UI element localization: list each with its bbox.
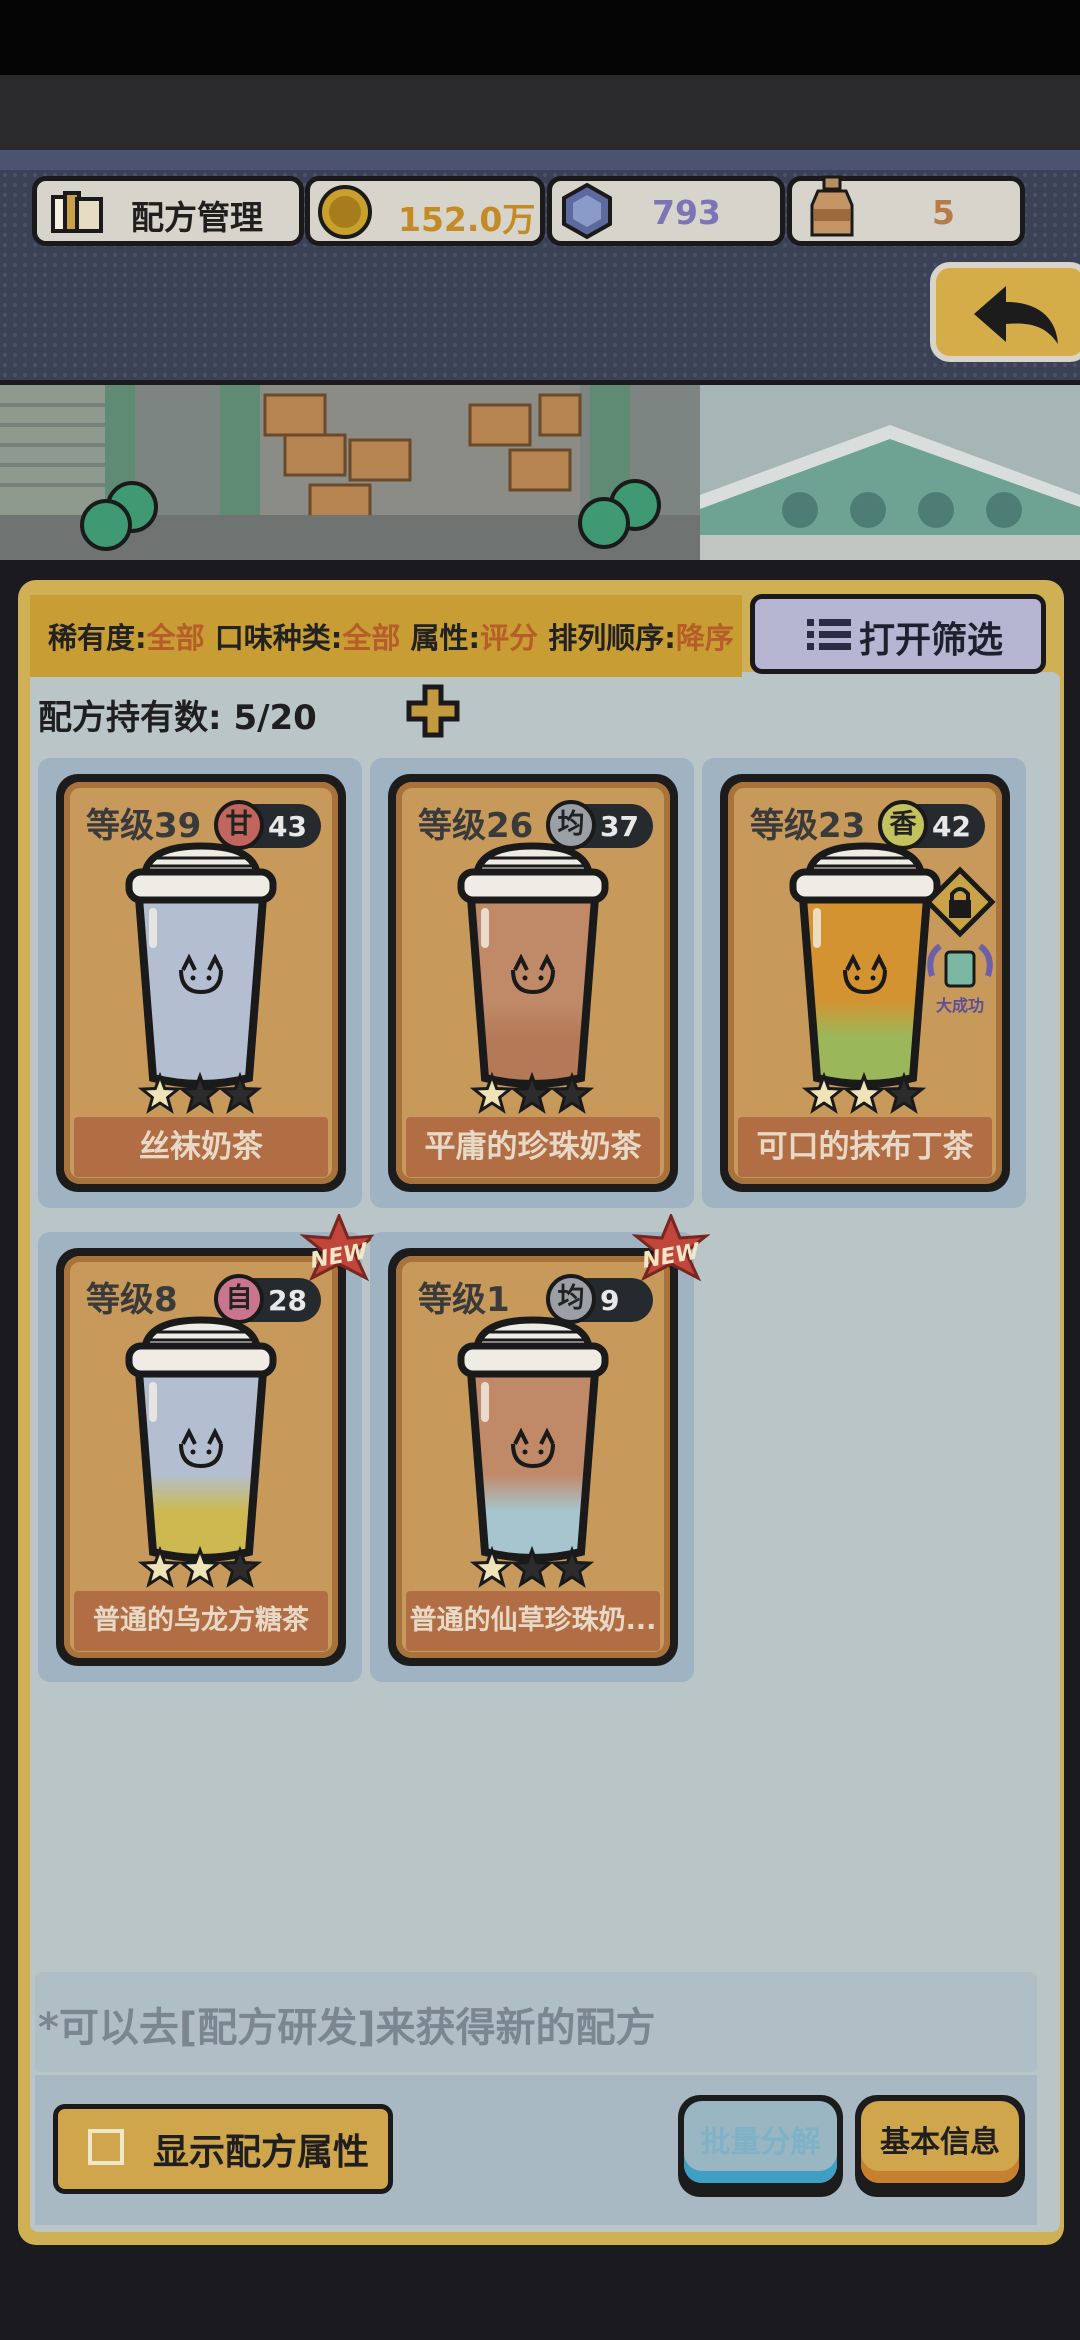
star-rating	[138, 1072, 263, 1114]
star-icon	[841, 1072, 887, 1114]
recipe-name: 丝袜奶茶	[74, 1117, 328, 1177]
recipe-card[interactable]: 等级26 均 37 平庸的珍珠奶茶	[388, 774, 678, 1192]
status-bar	[0, 0, 1080, 75]
batch-decompose-button[interactable]: 批量分解	[678, 2095, 843, 2197]
star-icon	[470, 1546, 515, 1588]
coin-value: 152.0万	[398, 200, 536, 239]
star-rating	[470, 1546, 595, 1588]
recipe-card[interactable]: 等级23 香 42 可口的抹布丁茶 大成功	[720, 774, 1010, 1192]
shop-street-scene	[0, 385, 1080, 560]
top-spacer	[0, 75, 1080, 150]
flavor-badge: 香	[878, 800, 928, 850]
order-value: 降序	[675, 621, 734, 655]
milk-tea-cup-icon	[125, 842, 277, 1088]
card-level: 等级26	[418, 806, 534, 846]
attr-value: 评分	[480, 621, 539, 655]
recipe-name: 可口的抹布丁茶	[738, 1117, 992, 1177]
bottle-value: 5	[932, 193, 955, 232]
owned-value: 5/20	[233, 698, 317, 738]
add-recipe-plus-icon[interactable]	[405, 683, 461, 741]
batch-decompose-label: 批量分解	[700, 2125, 821, 2160]
score-value: 42	[932, 810, 971, 843]
recipe-name: 平庸的珍珠奶茶	[406, 1117, 660, 1177]
score-value: 28	[268, 1284, 307, 1317]
basic-info-button[interactable]: 基本信息	[855, 2095, 1025, 2197]
header-stripe	[0, 150, 1080, 170]
star-icon	[549, 1072, 595, 1114]
rarity-label: 稀有度:	[48, 621, 147, 655]
system-nav-bar	[0, 2270, 1080, 2340]
star-rating	[802, 1072, 927, 1114]
recipe-manage-tab[interactable]: 配方管理	[32, 176, 304, 246]
star-icon	[470, 1072, 515, 1114]
star-icon	[881, 1072, 927, 1114]
milk-tea-cup-icon	[457, 1316, 609, 1562]
show-attributes-toggle[interactable]: 显示配方属性	[53, 2104, 393, 2194]
milk-tea-cup-icon	[125, 1316, 277, 1562]
star-icon	[217, 1546, 263, 1588]
rarity-value: 全部	[146, 621, 205, 655]
star-icon	[138, 1546, 183, 1588]
gem-icon	[562, 182, 612, 240]
open-filter-label: 打开筛选	[859, 620, 1004, 661]
card-level: 等级39	[86, 806, 202, 846]
basic-info-label: 基本信息	[880, 2125, 1000, 2160]
hint-text: *可以去[配方研发]来获得新的配方	[38, 2005, 656, 2051]
flavor-value: 全部	[342, 621, 401, 655]
back-arrow-icon	[974, 286, 1058, 344]
score-value: 9	[600, 1284, 620, 1317]
recipe-card[interactable]: 等级8 自 28 普通的乌龙方糖茶	[56, 1248, 346, 1666]
coin-counter[interactable]: 152.0万	[305, 176, 545, 246]
coin-icon	[318, 185, 372, 239]
folder-icon	[51, 191, 103, 233]
open-filter-button[interactable]: 打开筛选	[750, 594, 1046, 674]
lock-caption: 大成功	[935, 996, 984, 1015]
milk-tea-cup-icon	[457, 842, 609, 1088]
flavor-label: 口味种类:	[214, 621, 343, 655]
star-icon	[138, 1072, 183, 1114]
star-icon	[802, 1072, 847, 1114]
owned-label: 配方持有数:	[38, 698, 222, 738]
gem-counter[interactable]: 793	[547, 176, 785, 246]
star-icon	[509, 1072, 555, 1114]
order-label: 排列顺序:	[548, 621, 676, 655]
list-icon	[807, 619, 851, 650]
bottle-counter[interactable]: 5	[787, 175, 1025, 246]
checkbox[interactable]	[88, 2129, 124, 2165]
star-icon	[217, 1072, 263, 1114]
star-icon	[509, 1546, 555, 1588]
show-attributes-label: 显示配方属性	[153, 2132, 370, 2173]
recipe-card[interactable]: 等级1 均 9 普通的仙草珍珠奶...	[388, 1248, 678, 1666]
flavor-badge: 均	[546, 800, 596, 850]
card-level: 等级23	[750, 806, 866, 846]
recipe-card[interactable]: 等级39 甘 43 丝袜奶茶	[56, 774, 346, 1192]
flavor-badge: 均	[546, 1274, 596, 1324]
star-rating	[470, 1072, 595, 1114]
gem-value: 793	[652, 193, 721, 232]
recipe-name: 普通的乌龙方糖茶	[74, 1591, 328, 1651]
owned-count: 配方持有数: 5/20	[38, 690, 317, 739]
flavor-badge: 甘	[214, 800, 264, 850]
bottle-icon	[810, 175, 854, 237]
star-icon	[177, 1072, 223, 1114]
star-icon	[549, 1546, 595, 1588]
star-icon	[177, 1546, 223, 1588]
card-level: 等级1	[418, 1280, 510, 1320]
score-value: 43	[268, 810, 307, 843]
attr-label: 属性:	[410, 621, 481, 655]
star-rating	[138, 1546, 263, 1588]
page-title: 配方管理	[131, 198, 263, 237]
card-level: 等级8	[86, 1280, 178, 1320]
recipe-name: 普通的仙草珍珠奶...	[406, 1591, 660, 1651]
flavor-badge: 自	[214, 1274, 264, 1324]
score-value: 37	[600, 810, 639, 843]
back-button[interactable]	[930, 262, 1080, 362]
filter-summary: 稀有度:全部 口味种类:全部 属性:评分 排列顺序:降序	[48, 615, 734, 657]
